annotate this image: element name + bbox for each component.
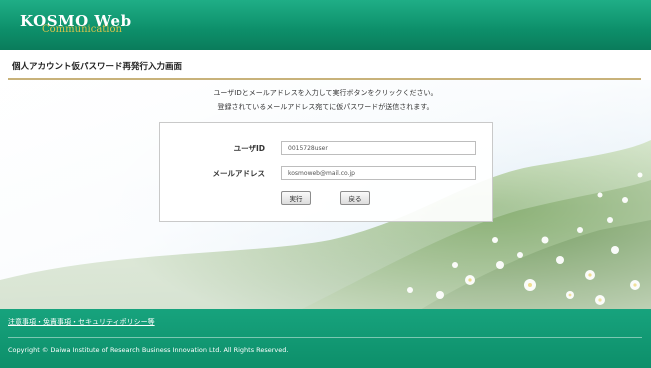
email-input[interactable] bbox=[281, 166, 476, 180]
execute-button[interactable]: 実行 bbox=[281, 191, 311, 205]
user-id-label: ユーザID bbox=[233, 144, 265, 153]
user-id-input[interactable] bbox=[281, 141, 476, 155]
back-button[interactable]: 戻る bbox=[340, 191, 370, 205]
page-title: 個人アカウント仮パスワード再発行入力画面 bbox=[12, 62, 183, 72]
copyright-text: Copyright © Daiwa Institute of Research … bbox=[8, 346, 289, 354]
logo-sub-text: Communication bbox=[42, 24, 122, 35]
instruction-line-2: 登録されているメールアドレス宛てに仮パスワードが送信されます。 bbox=[217, 103, 434, 111]
footer: 注意事項・免責事項・セキュリティポリシー等 Copyright © Daiwa … bbox=[0, 309, 651, 368]
email-label: メールアドレス bbox=[212, 169, 266, 178]
header-bar: KOSMO Web Communication bbox=[0, 0, 651, 50]
instructions: ユーザIDとメールアドレスを入力して実行ボタンをクリックください。 登録されてい… bbox=[0, 86, 651, 114]
reissue-form: ユーザID メールアドレス 実行 戻る bbox=[159, 122, 493, 222]
policy-link[interactable]: 注意事項・免責事項・セキュリティポリシー等 bbox=[8, 317, 155, 327]
page: KOSMO Web Communication 個人アカウント仮パスワード再発行… bbox=[0, 0, 651, 368]
title-bar: 個人アカウント仮パスワード再発行入力画面 bbox=[8, 56, 641, 80]
kosmo-web-logo[interactable]: KOSMO Web Communication bbox=[20, 12, 131, 38]
footer-divider bbox=[8, 337, 642, 338]
instruction-line-1: ユーザIDとメールアドレスを入力して実行ボタンをクリックください。 bbox=[213, 89, 438, 97]
